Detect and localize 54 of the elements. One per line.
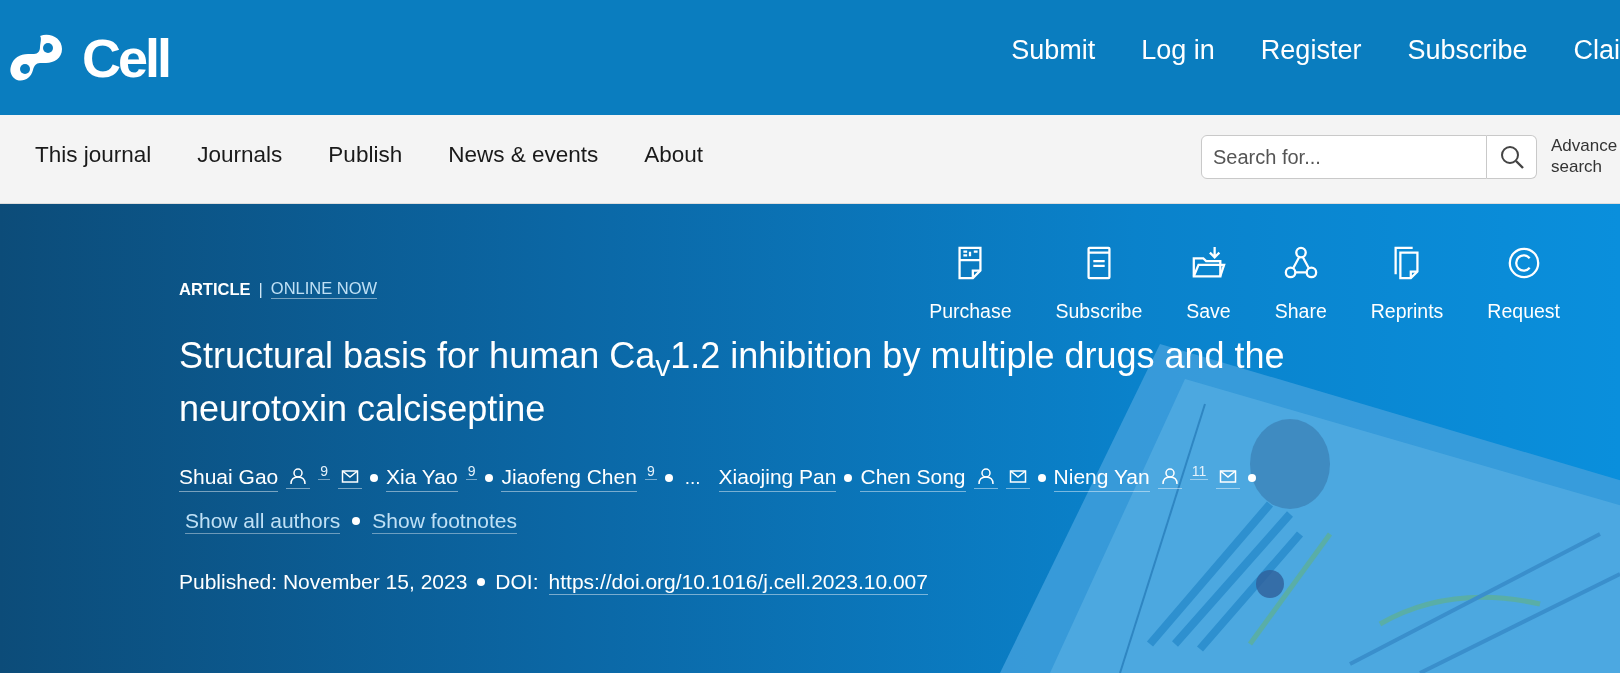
- person-icon: [286, 467, 311, 489]
- separator-dot: [1248, 474, 1257, 482]
- separator-dot: [844, 474, 853, 482]
- separator-dot: [1037, 474, 1046, 482]
- action-link[interactable]: Purchase: [929, 244, 1012, 326]
- person-icon: [1157, 467, 1182, 489]
- author-link[interactable]: Nieng Yan: [1053, 464, 1150, 492]
- nav-item[interactable]: This journal: [35, 142, 152, 168]
- search-icon: [1498, 144, 1525, 170]
- top-link[interactable]: Clai: [1573, 35, 1620, 66]
- top-link[interactable]: Subscribe: [1407, 35, 1528, 66]
- separator: |: [258, 279, 263, 299]
- author-link[interactable]: Xiaojing Pan: [718, 464, 837, 492]
- doi-link[interactable]: https://doi.org/10.1016/j.cell.2023.10.007: [548, 569, 928, 595]
- action-link[interactable]: Save: [1186, 244, 1231, 326]
- advanced-search-link[interactable]: Advance search: [1551, 135, 1619, 177]
- search-button[interactable]: [1487, 135, 1537, 179]
- footnote-link[interactable]: 9: [644, 462, 657, 480]
- footnote-link[interactable]: 9: [318, 462, 331, 480]
- search-field[interactable]: Search for...: [1201, 135, 1487, 179]
- author-link[interactable]: Shuai Gao: [179, 464, 279, 492]
- separator-dot: [485, 474, 494, 482]
- action-link[interactable]: Subscribe: [1055, 244, 1143, 326]
- separator-dot: [477, 578, 486, 586]
- mail-icon: [1216, 467, 1241, 489]
- author-link[interactable]: Xia Yao: [386, 464, 458, 492]
- logo-text: Cell: [82, 26, 170, 89]
- separator-dot: [370, 474, 379, 482]
- person-icon: [973, 467, 998, 489]
- action-link[interactable]: Share: [1274, 244, 1327, 326]
- author-link[interactable]: Jiaofeng Chen: [501, 464, 637, 492]
- top-link[interactable]: Log in: [1141, 35, 1215, 66]
- nav-item[interactable]: Journals: [197, 142, 283, 168]
- nav-item[interactable]: Publish: [328, 142, 403, 168]
- separator-dot: [352, 517, 361, 525]
- show-link[interactable]: Show all authors: [185, 508, 341, 534]
- nav-item[interactable]: About: [644, 142, 704, 168]
- doi-label: DOI:: [495, 570, 539, 594]
- action-link[interactable]: Request: [1487, 244, 1560, 326]
- top-link[interactable]: Submit: [1011, 35, 1096, 66]
- article-type: ARTICLE: [179, 279, 251, 299]
- author-link[interactable]: Chen Song: [860, 464, 966, 492]
- action-link[interactable]: Reprints: [1370, 244, 1444, 326]
- nav-item[interactable]: News & events: [448, 142, 599, 168]
- mail-icon: [1005, 467, 1030, 489]
- mail-icon: [338, 467, 363, 489]
- status-link[interactable]: ONLINE NOW: [270, 279, 378, 299]
- top-link[interactable]: Register: [1260, 35, 1362, 66]
- separator-dot: [664, 474, 673, 482]
- published-date: Published: November 15, 2023: [179, 570, 468, 594]
- article-title: Structural basis for human Ca$_{v}$1.2 inhibition by multiple drugs and the neurotoxin calciseptine: [179, 334, 1286, 431]
- ellipsis: ...: [684, 467, 701, 489]
- show-link[interactable]: Show footnotes: [372, 508, 518, 534]
- footnote-link[interactable]: 9: [465, 462, 478, 480]
